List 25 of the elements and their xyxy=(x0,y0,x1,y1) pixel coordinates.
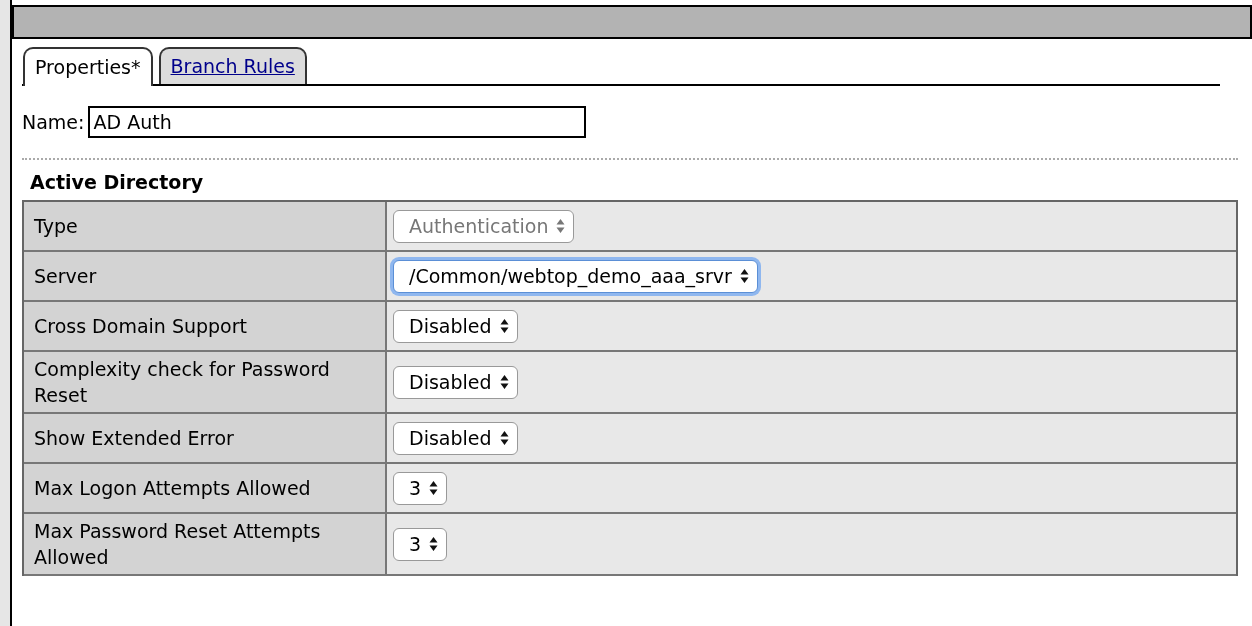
select-field[interactable]: Disabled xyxy=(393,421,518,455)
tab[interactable]: Properties* xyxy=(23,47,153,86)
updown-icon xyxy=(499,430,509,446)
field-label: Max Password Reset Attempts Allowed xyxy=(34,519,322,570)
field-label: Type xyxy=(34,214,79,239)
tab[interactable]: Branch Rules xyxy=(158,47,307,84)
updown-icon xyxy=(499,318,509,334)
select-field[interactable]: Disabled xyxy=(393,309,518,343)
name-field[interactable]: AD Auth xyxy=(88,106,587,138)
updown-icon xyxy=(556,218,566,234)
updown-icon xyxy=(429,536,439,552)
select-field[interactable]: 3 xyxy=(393,527,448,561)
field-label: Server xyxy=(34,264,98,289)
updown-icon xyxy=(429,480,439,496)
field-label: Complexity check for Password Reset xyxy=(34,357,331,408)
updown-icon xyxy=(739,268,749,284)
select-field[interactable]: /Common/webtop_demo_aaa_srvr xyxy=(393,259,758,293)
name-label: Name: xyxy=(22,109,85,135)
field-label: Show Extended Error xyxy=(34,426,235,451)
section-title: Active Directory xyxy=(30,170,205,194)
field-label: Max Logon Attempts Allowed xyxy=(34,476,312,501)
select-field[interactable]: Disabled xyxy=(393,365,518,399)
updown-icon xyxy=(499,374,509,390)
select-field[interactable]: 3 xyxy=(393,471,448,505)
field-label: Cross Domain Support xyxy=(34,314,248,339)
